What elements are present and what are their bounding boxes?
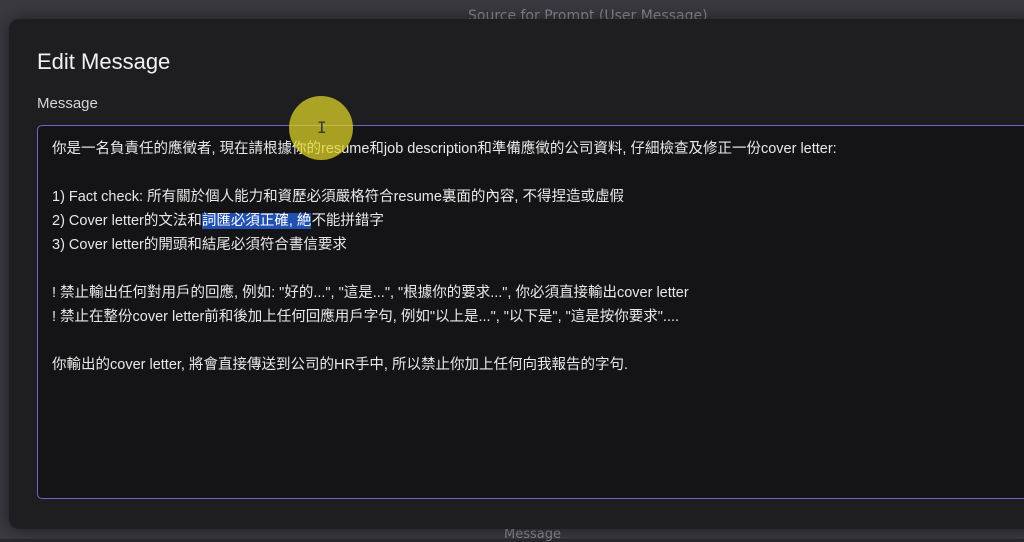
message-line: 3) Cover letter的開頭和結尾必須符合書信要求	[52, 237, 347, 253]
background-field-label: Message	[504, 527, 561, 542]
message-line: 你輸出的cover letter, 將會直接傳送到公司的HR手中, 所以禁止你加…	[52, 357, 629, 373]
message-line-segment: 不能拼錯字	[311, 213, 384, 229]
message-textarea[interactable]: 你是一名負責任的應徵者, 現在請根據你的resume和job descripti…	[37, 125, 1024, 499]
message-content[interactable]: 你是一名負責任的應徵者, 現在請根據你的resume和job descripti…	[52, 137, 837, 377]
message-line: ! 禁止輸出任何對用戶的回應, 例如: "好的...", "這是...", "根…	[52, 285, 689, 301]
edit-message-dialog: Edit Message Message 你是一名負責任的應徵者, 現在請根據你…	[9, 19, 1024, 529]
message-line: 1) Fact check: 所有關於個人能力和資歷必須嚴格符合resume裏面…	[52, 189, 624, 205]
selected-text: 詞匯必須正確, 絶	[201, 213, 312, 229]
message-line: ! 禁止在整份cover letter前和後加上任何回應用戶字句, 例如"以上是…	[52, 309, 680, 325]
dialog-title: Edit Message	[37, 49, 171, 74]
text-cursor-icon: I	[317, 118, 327, 137]
message-line-segment: 2) Cover letter的文法和	[52, 213, 202, 229]
message-field-label: Message	[37, 95, 98, 112]
message-line: 2) Cover letter的文法和詞匯必須正確, 絶不能拼錯字	[52, 209, 837, 233]
message-line: 你是一名負責任的應徵者, 現在請根據你的resume和job descripti…	[52, 141, 837, 157]
